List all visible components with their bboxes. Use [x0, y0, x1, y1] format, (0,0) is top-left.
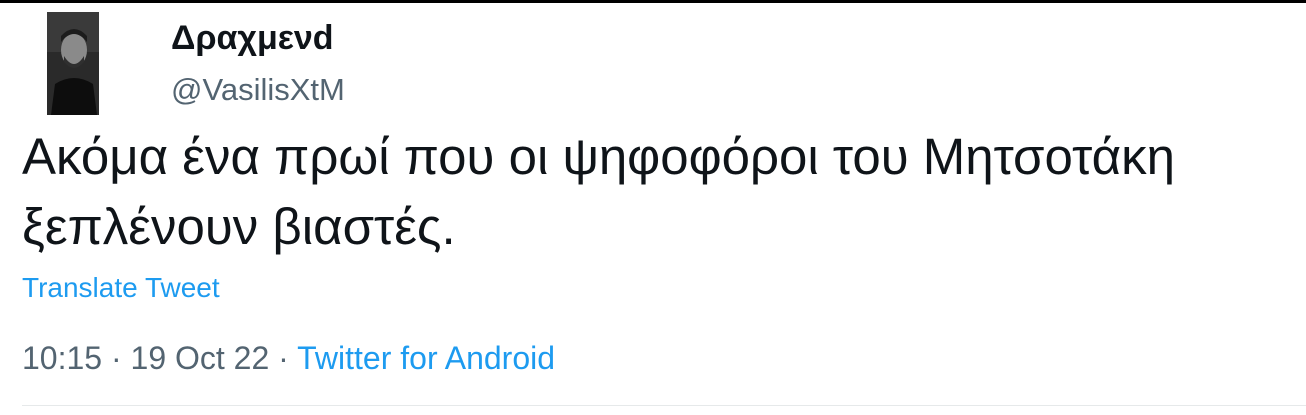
bottom-divider [22, 405, 1306, 406]
meta-separator: · [278, 340, 289, 376]
author-handle[interactable]: @VasilisXtM [171, 71, 345, 109]
tweet-date[interactable]: 19 Oct 22 [131, 340, 270, 376]
avatar[interactable] [47, 12, 99, 115]
author-display-name[interactable]: Δραχμενd [171, 18, 334, 58]
translate-tweet-link[interactable]: Translate Tweet [22, 271, 220, 305]
tweet-metadata: 10:15 · 19 Oct 22 · Twitter for Android [22, 339, 555, 377]
top-divider [0, 0, 1306, 3]
avatar-photo-icon [47, 12, 99, 115]
tweet-text: Ακόμα ένα πρωί που οι ψηφοφόροι του Μητσ… [22, 128, 1175, 255]
tweet-source-link[interactable]: Twitter for Android [297, 340, 555, 376]
tweet-time[interactable]: 10:15 [22, 340, 102, 376]
meta-separator: · [110, 340, 122, 376]
